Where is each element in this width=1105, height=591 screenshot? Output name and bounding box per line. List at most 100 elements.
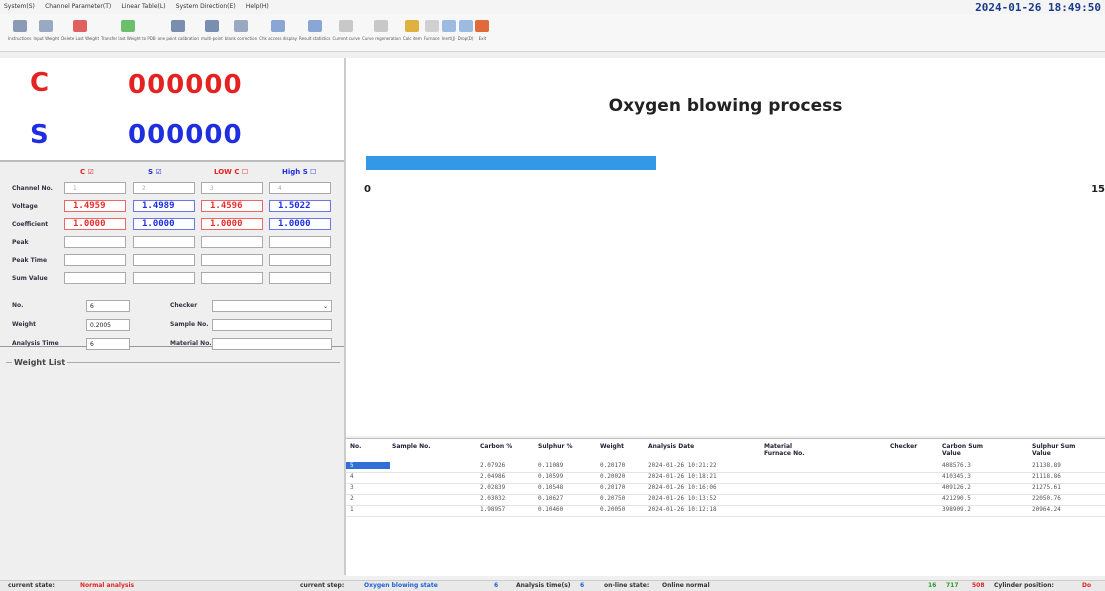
column-header[interactable]: Sample No. bbox=[392, 443, 431, 450]
column-header[interactable]: Carbon Sum Value bbox=[942, 443, 1002, 457]
column-header[interactable]: Checker bbox=[890, 443, 917, 450]
channel-cell[interactable] bbox=[269, 236, 331, 248]
weight-list[interactable]: Weight List bbox=[6, 358, 340, 573]
channel-cell[interactable]: 1.0000 bbox=[64, 218, 126, 230]
results-table: No. Sample No. Carbon % Sulphur % Weight Anal… bbox=[346, 438, 1105, 576]
channel-cell[interactable]: 1.5022 bbox=[269, 200, 331, 212]
menu-linear-table[interactable]: Linear Table(L) bbox=[117, 0, 169, 10]
channel-header-s[interactable]: S ☑ bbox=[148, 168, 162, 176]
channel-cell[interactable] bbox=[133, 254, 195, 266]
menu-system-direction[interactable]: System Direction(E) bbox=[172, 0, 240, 10]
channel-cell[interactable] bbox=[201, 272, 263, 284]
toolbar-button-14[interactable]: Drop(D) bbox=[458, 14, 473, 51]
table-row[interactable]: 1 1.98957 0.10460 0.20050 2024-01-26 10:12:1… bbox=[346, 505, 1105, 517]
toolbar-button-12[interactable]: Furnace bbox=[424, 14, 440, 51]
toolbar-button-label: one point calibration bbox=[157, 36, 199, 41]
channel-cell[interactable] bbox=[64, 254, 126, 266]
analysis-time-status-label: Analysis time(s) bbox=[516, 582, 571, 589]
checkbox-high-s[interactable]: ☐ bbox=[310, 168, 316, 176]
menu-channel-parameter[interactable]: Channel Parameter(T) bbox=[41, 0, 115, 10]
checker-label: Checker bbox=[170, 302, 198, 309]
channel-header-c[interactable]: C ☑ bbox=[80, 168, 94, 176]
toolbar-button-9[interactable]: Current curve bbox=[333, 14, 360, 51]
analysis-time-status-value: 6 bbox=[580, 582, 585, 589]
furnace-icon bbox=[424, 20, 439, 32]
checkbox-low-c[interactable]: ☐ bbox=[242, 168, 248, 176]
toolbar-button-label: Result statistics bbox=[299, 36, 331, 41]
channel-cell[interactable]: 2 bbox=[133, 182, 195, 194]
channel-cell[interactable] bbox=[133, 272, 195, 284]
toolbar-button-label: Transfer last Weight to PDB bbox=[101, 36, 156, 41]
column-header[interactable]: No. bbox=[350, 443, 361, 450]
magnifier-icon bbox=[271, 20, 286, 32]
cylinder-value: Do bbox=[1082, 582, 1092, 589]
weight-list-title: Weight List bbox=[12, 358, 68, 367]
channel-cell[interactable] bbox=[269, 254, 331, 266]
channel-cell[interactable]: 1.4959 bbox=[64, 200, 126, 212]
channel-cell[interactable]: 1.0000 bbox=[269, 218, 331, 230]
weight-field[interactable]: 0.2005 bbox=[86, 319, 130, 331]
channel-row-label: Sum Value bbox=[12, 275, 48, 282]
channel-row-label: Voltage bbox=[12, 203, 38, 210]
channel-cell[interactable]: 3 bbox=[201, 182, 263, 194]
channel-row-label: Peak Time bbox=[12, 257, 48, 264]
channel-cell[interactable]: 4 bbox=[269, 182, 331, 194]
channel-cell[interactable]: 1.4989 bbox=[133, 200, 195, 212]
channel-cell[interactable] bbox=[201, 236, 263, 248]
toolbar-button-3[interactable]: Transfer last Weight to PDB bbox=[101, 14, 156, 51]
channel-header-low-c[interactable]: LOW C ☐ bbox=[214, 168, 248, 176]
inert-icon bbox=[441, 20, 456, 32]
toolbar-button-10[interactable]: Curve regeneration bbox=[362, 14, 401, 51]
checker-select[interactable]: ⌄ bbox=[212, 300, 332, 312]
toolbar-button-11[interactable]: Calc item bbox=[403, 14, 422, 51]
toolbar-button-8[interactable]: Result statistics bbox=[299, 14, 331, 51]
column-header[interactable]: Carbon % bbox=[480, 443, 512, 450]
column-header[interactable]: Analysis Date bbox=[648, 443, 694, 450]
toolbar-button-label: blank correction bbox=[224, 36, 258, 41]
channel-cell[interactable]: 1.0000 bbox=[133, 218, 195, 230]
channel-cell[interactable] bbox=[133, 236, 195, 248]
table-cell-csum: 409126.2 bbox=[942, 484, 971, 491]
channel-row-label: Coefficient bbox=[12, 221, 49, 228]
channel-cell[interactable] bbox=[64, 272, 126, 284]
table-cell-sulphur: 0.10627 bbox=[538, 495, 564, 502]
column-header[interactable]: Sulphur % bbox=[538, 443, 573, 450]
toolbar-button-0[interactable]: Instructions bbox=[8, 14, 32, 51]
channel-row-label: Peak bbox=[12, 239, 29, 246]
toolbar-button-5[interactable]: multi-point bbox=[201, 14, 223, 51]
sample-no-field[interactable] bbox=[212, 319, 332, 331]
material-no-field[interactable] bbox=[212, 338, 332, 350]
toolbar-button-2[interactable]: Delete Last Weight bbox=[61, 14, 99, 51]
column-header[interactable]: Material Furnace No. bbox=[764, 443, 820, 457]
progress-max-label: 15 bbox=[1091, 184, 1105, 195]
channel-header-high-s[interactable]: High S ☐ bbox=[282, 168, 316, 176]
table-cell-ssum: 21118.86 bbox=[1032, 473, 1061, 480]
checkbox-c[interactable]: ☑ bbox=[88, 168, 94, 176]
column-header[interactable]: Sulphur Sum Value bbox=[1032, 443, 1092, 457]
status-bar: current state: Normal analysis current s… bbox=[0, 580, 1105, 591]
toolbar-button-label: Input Weight bbox=[33, 36, 60, 41]
analysis-time-field[interactable]: 6 bbox=[86, 338, 130, 350]
channel-cell[interactable]: 1 bbox=[64, 182, 126, 194]
toolbar-button-15[interactable]: Exit bbox=[475, 14, 490, 51]
no-field[interactable]: 6 bbox=[86, 300, 130, 312]
menu-system[interactable]: System(S) bbox=[0, 0, 39, 10]
checkbox-s[interactable]: ☑ bbox=[155, 168, 161, 176]
counter-1: 16 bbox=[928, 582, 937, 589]
menu-help[interactable]: Help(H) bbox=[242, 0, 273, 10]
toolbar-button-1[interactable]: Input Weight bbox=[33, 14, 60, 51]
column-header[interactable]: Weight bbox=[600, 443, 624, 450]
channel-cell[interactable]: 1.4596 bbox=[201, 200, 263, 212]
channel-cell[interactable] bbox=[201, 254, 263, 266]
table-cell-carbon: 2.07926 bbox=[480, 462, 506, 469]
cylinder-label: Cylinder position: bbox=[994, 582, 1054, 589]
delete-icon bbox=[73, 20, 88, 32]
toolbar-button-4[interactable]: one point calibration bbox=[158, 14, 199, 51]
table-cell-carbon: 2.03032 bbox=[480, 495, 506, 502]
toolbar-button-7[interactable]: Chk access display bbox=[259, 14, 297, 51]
channel-cell[interactable] bbox=[269, 272, 331, 284]
channel-cell[interactable]: 1.0000 bbox=[201, 218, 263, 230]
toolbar-button-13[interactable]: Inert(J) bbox=[441, 14, 456, 51]
channel-cell[interactable] bbox=[64, 236, 126, 248]
toolbar-button-6[interactable]: blank correction bbox=[225, 14, 257, 51]
